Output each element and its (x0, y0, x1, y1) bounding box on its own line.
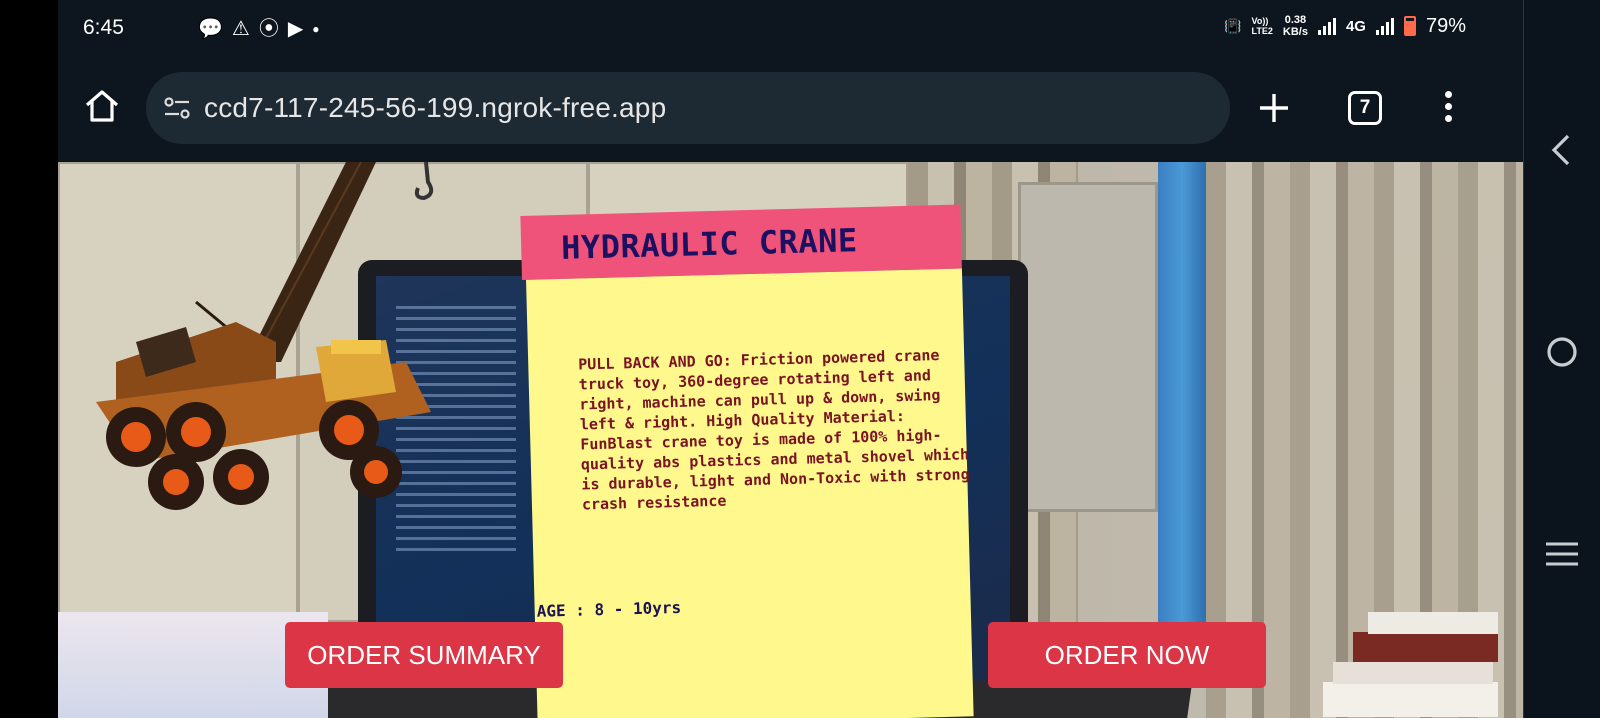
vibrate-icon: 📳 (1224, 17, 1242, 34)
order-now-button[interactable]: ORDER NOW (988, 622, 1266, 688)
tab-switcher-button[interactable]: 7 (1348, 91, 1382, 125)
address-bar[interactable]: ccd7-117-245-56-199.ngrok-free.app (146, 72, 1230, 144)
site-settings-icon[interactable] (164, 97, 190, 119)
order-summary-button[interactable]: ORDER SUMMARY (285, 622, 563, 688)
alert-icon: ⚠ (231, 18, 250, 40)
volte-icon: Vo)) LTE2 (1251, 16, 1273, 36)
youtube-icon: ▶ (287, 18, 304, 40)
signal-icon-2 (1375, 17, 1394, 35)
product-description: PULL BACK AND GO: Friction powered crane… (578, 346, 970, 514)
ar-camera-view[interactable]: HYDRAULIC CRANE PULL BACK AND GO: Fricti… (58, 162, 1524, 718)
status-right: 📳 Vo)) LTE2 0.38 KB/s 4G 79% (1224, 14, 1466, 38)
message-icon: 💬 (198, 18, 223, 40)
speed-unit: KB/s (1282, 26, 1308, 38)
network-speed: 0.38 KB/s (1283, 14, 1308, 38)
age-label: AGE : 8 - 10yrs (536, 597, 682, 621)
compass-icon: ⦿ (258, 18, 279, 40)
blue-pillar (1158, 162, 1206, 622)
dot-icon: ● (312, 22, 320, 36)
card-body: PULL BACK AND GO: Friction powered crane… (526, 268, 974, 718)
crane-3d-model[interactable] (76, 162, 456, 522)
status-bar: 6:45 💬 ⚠ ⦿ ▶ ● 📳 Vo)) LTE2 0.38 KB/s 4G … (58, 0, 1524, 58)
network-type: 4G (1345, 17, 1366, 35)
status-time: 6:45 (83, 16, 124, 39)
speed-value: 0.38 (1284, 14, 1307, 26)
browser-toolbar: ccd7-117-245-56-199.ngrok-free.app 7 (58, 58, 1524, 162)
home-circle-icon[interactable] (1544, 334, 1580, 370)
left-edge (0, 0, 58, 718)
recents-icon[interactable] (1544, 536, 1580, 572)
card-header: HYDRAULIC CRANE (520, 204, 962, 280)
books-stack (1323, 612, 1498, 717)
product-title: HYDRAULIC CRANE (560, 221, 859, 267)
more-menu-icon[interactable] (1438, 88, 1458, 128)
battery-icon (1403, 16, 1416, 36)
url-text[interactable]: ccd7-117-245-56-199.ngrok-free.app (204, 92, 666, 124)
window-frame (1018, 182, 1158, 512)
back-icon[interactable] (1544, 132, 1580, 168)
product-info-card: HYDRAULIC CRANE PULL BACK AND GO: Fricti… (520, 190, 989, 718)
notification-icons: 💬 ⚠ ⦿ ▶ ● (198, 18, 319, 40)
system-navigation-bar (1524, 0, 1600, 718)
new-tab-icon[interactable] (1254, 88, 1294, 128)
signal-icon (1317, 17, 1336, 35)
battery-percent: 79% (1425, 14, 1466, 37)
home-icon[interactable] (82, 86, 122, 126)
